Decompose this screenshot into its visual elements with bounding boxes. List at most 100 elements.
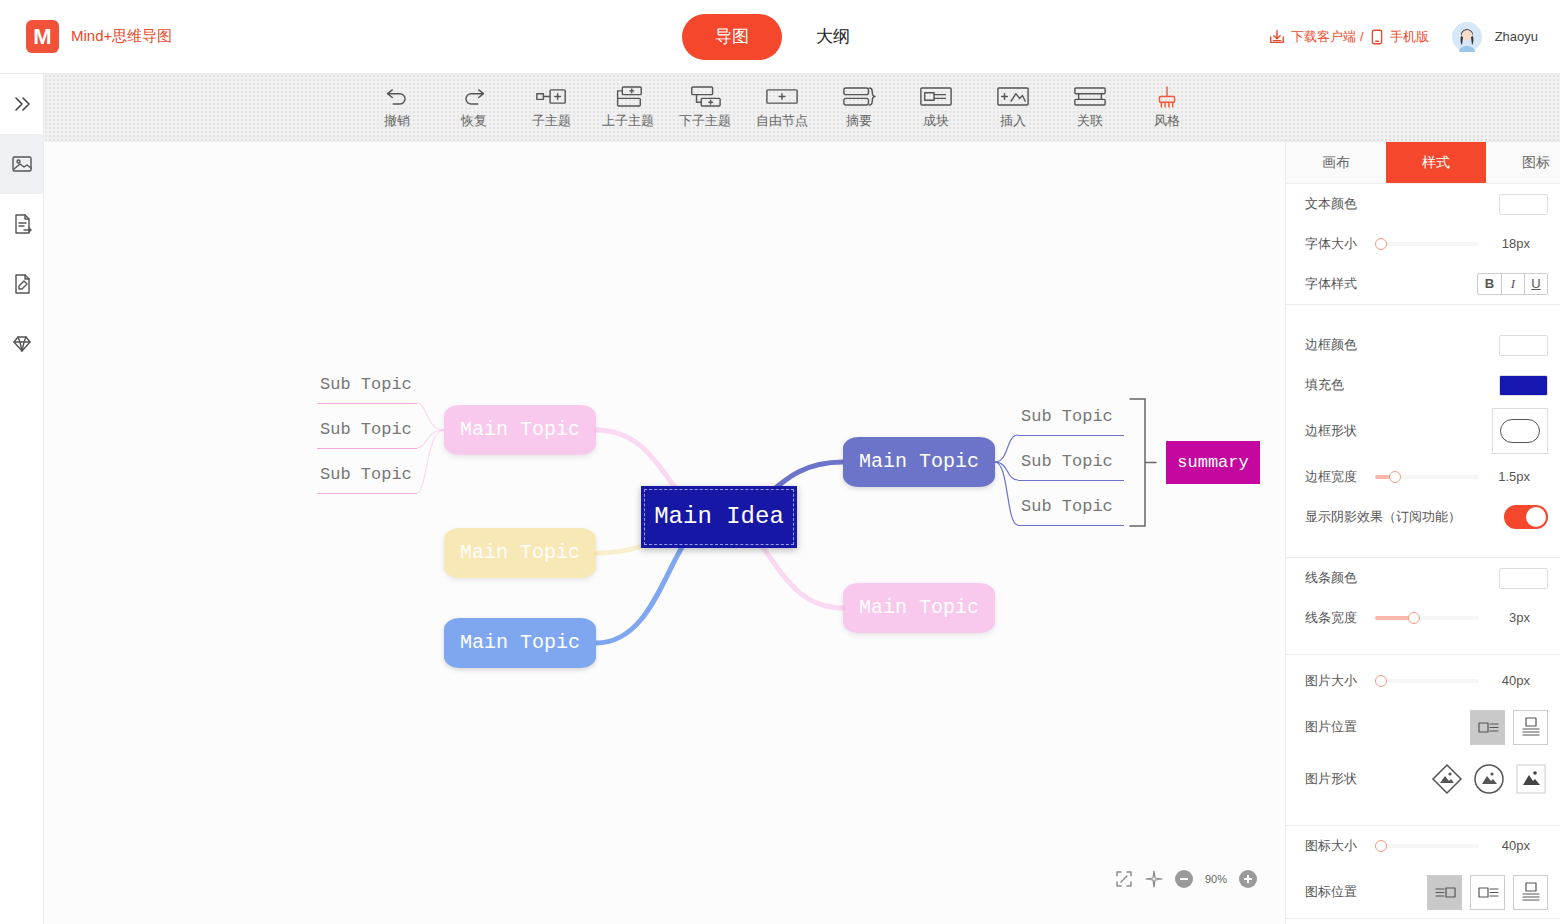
style-label: 线条颜色: [1305, 568, 1375, 588]
user-name[interactable]: Zhaoyu: [1495, 27, 1538, 47]
subtopic-node[interactable]: Sub Topic: [317, 412, 417, 449]
root-node[interactable]: Main Idea: [641, 486, 797, 548]
subtopic-node[interactable]: Sub Topic: [1018, 489, 1124, 526]
shadow-toggle[interactable]: [1504, 505, 1548, 529]
double-chevron-icon: [11, 93, 33, 115]
toolbar-button[interactable]: 自由节点: [744, 85, 821, 131]
toolbar-button[interactable]: 下子主题: [667, 85, 744, 131]
subtopic-node[interactable]: Sub Topic: [317, 367, 417, 404]
shape-option[interactable]: [1514, 762, 1548, 796]
square-shape-icon: [1515, 763, 1547, 795]
fit-button[interactable]: [1115, 870, 1133, 888]
sidebar-item[interactable]: [0, 254, 43, 314]
slider-track[interactable]: [1375, 475, 1479, 479]
color-swatch[interactable]: [1499, 375, 1548, 396]
style-label: 边框形状: [1305, 421, 1375, 441]
fit-screen-icon: [1115, 870, 1133, 888]
toolbar-button[interactable]: 风格: [1129, 85, 1206, 131]
toolbar-label: 成块: [923, 111, 949, 131]
toolbar-button[interactable]: 撤销: [359, 85, 436, 131]
sidebar-item[interactable]: [0, 134, 43, 194]
subtopic-node[interactable]: Sub Topic: [317, 457, 417, 494]
position-option[interactable]: [1513, 875, 1548, 910]
color-swatch[interactable]: [1499, 568, 1548, 589]
download-link[interactable]: 下载客户端 /: [1291, 27, 1363, 47]
zoom-in-button[interactable]: [1239, 870, 1257, 888]
font-style-button[interactable]: B: [1478, 274, 1501, 294]
slider-track[interactable]: [1375, 679, 1479, 683]
slider-knob[interactable]: [1375, 238, 1387, 250]
position-option[interactable]: [1470, 710, 1505, 745]
slider-knob[interactable]: [1375, 840, 1387, 852]
style-panel: 画布样式图标文本颜色字体大小18px字体样式BIU边框颜色填充色边框形状边框宽度…: [1285, 142, 1560, 924]
border-shape-button[interactable]: [1492, 408, 1548, 454]
toolbar-button[interactable]: 子主题: [513, 85, 590, 131]
style-label: 字体大小: [1305, 234, 1375, 254]
expand-button[interactable]: [0, 74, 43, 134]
slider-knob[interactable]: [1375, 675, 1387, 687]
font-style-button[interactable]: U: [1524, 274, 1547, 294]
toolbar-button[interactable]: 上子主题: [590, 85, 667, 131]
toolbar-button[interactable]: 恢复: [436, 85, 513, 131]
subtopic-node[interactable]: Sub Topic: [1018, 399, 1124, 436]
topic-node[interactable]: Main Topic: [843, 437, 995, 487]
app-window: MMind+思维导图导图大纲 下载客户端 / 手机版 Zhaoyu 撤销 恢复子主题上子…: [0, 0, 1560, 924]
circle-shape-icon: [1473, 763, 1505, 795]
zoom-out-button[interactable]: [1175, 870, 1193, 888]
shape-option[interactable]: [1472, 762, 1506, 796]
center-button[interactable]: [1145, 870, 1163, 888]
toolbar-label: 子主题: [532, 111, 571, 131]
topic-node[interactable]: Main Topic: [444, 618, 596, 668]
panel-tab[interactable]: 样式: [1386, 142, 1486, 183]
style-row: 图标位置: [1286, 866, 1560, 918]
position-option[interactable]: [1427, 875, 1462, 910]
toolbar-label: 摘要: [846, 111, 872, 131]
toolbar-button[interactable]: 摘要: [821, 85, 898, 131]
style-label: 图标位置: [1305, 882, 1375, 902]
position-option[interactable]: [1513, 710, 1548, 745]
toolbar-button[interactable]: 关联: [1052, 85, 1129, 131]
topic-node[interactable]: Main Topic: [444, 405, 596, 455]
font-style-button[interactable]: I: [1501, 274, 1524, 294]
toolbar-label: 风格: [1154, 111, 1180, 131]
mobile-link[interactable]: 手机版: [1390, 27, 1429, 47]
slider-value: 3px: [1480, 608, 1530, 628]
app-logo[interactable]: M: [26, 20, 59, 53]
color-swatch[interactable]: [1499, 335, 1548, 356]
brand[interactable]: MMind+思维导图: [26, 20, 682, 53]
color-swatch[interactable]: [1499, 194, 1548, 215]
style-row: 图片形状: [1286, 753, 1560, 805]
slider-fill: [1375, 616, 1412, 620]
panel-tab[interactable]: 画布: [1286, 142, 1386, 183]
minus-icon: [1175, 870, 1193, 888]
sidebar-item[interactable]: [0, 314, 43, 374]
slider-track[interactable]: [1375, 844, 1479, 848]
slider-knob[interactable]: [1408, 612, 1420, 624]
diamond-icon: [11, 333, 33, 355]
slider-knob[interactable]: [1389, 471, 1401, 483]
view-tab[interactable]: 导图: [682, 14, 782, 60]
toolbar-label: 撤销: [384, 111, 410, 131]
subtopic-node[interactable]: Sub Topic: [1018, 444, 1124, 481]
position-option[interactable]: [1470, 875, 1505, 910]
topic-node[interactable]: Main Topic: [843, 583, 995, 633]
slider-track[interactable]: [1375, 242, 1479, 246]
shape-option[interactable]: [1430, 762, 1464, 796]
sidebar-item[interactable]: [0, 194, 43, 254]
subtopic-line: [995, 435, 1018, 462]
mindmap-canvas[interactable]: Main Topic Sub Topic Sub Topic Sub Topic Mai…: [44, 142, 1285, 924]
summary-node[interactable]: summary: [1166, 441, 1260, 484]
toolbar-button[interactable]: 成块: [898, 85, 975, 131]
free-node-icon: [765, 85, 799, 108]
style-row: 线条宽度3px: [1286, 598, 1560, 638]
diamond-shape-icon: [1431, 763, 1463, 795]
view-tab[interactable]: 大纲: [812, 14, 854, 60]
toolbar-button[interactable]: 插入: [975, 85, 1052, 131]
panel-tabs: 画布样式图标: [1286, 142, 1560, 184]
panel-tab[interactable]: 图标: [1486, 142, 1560, 183]
image-icon: [11, 153, 33, 175]
child-topic-icon: [534, 85, 568, 108]
topic-node[interactable]: Main Topic: [444, 528, 596, 578]
style-group: 边框颜色填充色边框形状边框宽度1.5px显示阴影效果（订阅功能）: [1286, 305, 1560, 558]
slider-track[interactable]: [1375, 616, 1479, 620]
